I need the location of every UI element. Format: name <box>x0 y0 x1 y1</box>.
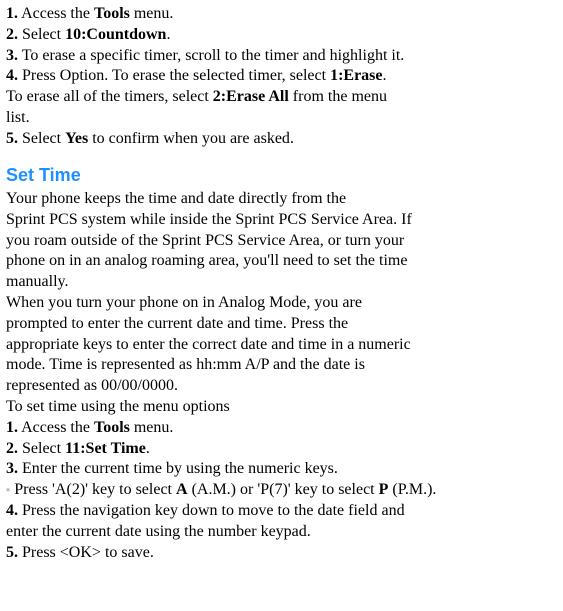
step-text: Select <box>18 130 65 147</box>
step-number: 4. <box>6 67 18 84</box>
step-text: . <box>166 26 170 43</box>
body-line: appropriate keys to enter the correct da… <box>6 335 557 356</box>
bullet-text: Press 'A(2)' key to select <box>10 481 176 498</box>
body-line: represented as 00/00/0000. <box>6 376 557 397</box>
body-bold: 2:Erase All <box>213 88 289 105</box>
step-number: 5. <box>6 544 18 561</box>
step-bold: 1:Erase <box>330 67 382 84</box>
body-line: When you turn your phone on in Analog Mo… <box>6 293 557 314</box>
bullet-bold: A <box>176 481 188 498</box>
body-line: To erase all of the timers, select 2:Era… <box>6 87 557 108</box>
step-number: 4. <box>6 502 18 519</box>
step-text: Select <box>18 440 65 457</box>
step-text: Press <OK> to save. <box>18 544 154 561</box>
step-text: to confirm when you are asked. <box>88 130 294 147</box>
step-line: 5. Select Yes to confirm when you are as… <box>6 129 557 150</box>
body-line: list. <box>6 108 557 129</box>
step-number: 3. <box>6 460 18 477</box>
step-line: 2. Select 11:Set Time. <box>6 439 557 460</box>
step-number: 1. <box>6 419 18 436</box>
step-text: . <box>383 67 387 84</box>
step-line: 4. Press Option. To erase the selected t… <box>6 66 557 87</box>
step-text: To erase a specific timer, scroll to the… <box>18 47 404 64</box>
body-line: prompted to enter the current date and t… <box>6 314 557 335</box>
body-line: you roam outside of the Sprint PCS Servi… <box>6 231 557 252</box>
body-line: mode. Time is represented as hh:mm A/P a… <box>6 355 557 376</box>
body-line: To set time using the menu options <box>6 397 557 418</box>
step-text: menu. <box>130 5 174 22</box>
step-number: 2. <box>6 440 18 457</box>
step-bold: Yes <box>65 130 88 147</box>
bullet-text: (P.M.). <box>388 481 436 498</box>
body-line: Your phone keeps the time and date direc… <box>6 189 557 210</box>
body-text: from the menu <box>289 88 387 105</box>
bullet-line: ▪ Press 'A(2)' key to select A (A.M.) or… <box>6 480 557 501</box>
step-text: Access the <box>18 419 94 436</box>
step-line: 1. Access the Tools menu. <box>6 418 557 439</box>
body-line: Sprint PCS system while inside the Sprin… <box>6 210 557 231</box>
body-line: enter the current date using the number … <box>6 522 557 543</box>
step-bold: 10:Countdown <box>65 26 166 43</box>
body-line: phone on in an analog roaming area, you'… <box>6 251 557 272</box>
step-text: . <box>146 440 150 457</box>
section-heading: Set Time <box>6 164 557 187</box>
step-text: menu. <box>130 419 174 436</box>
step-number: 3. <box>6 47 18 64</box>
step-text: Press the navigation key down to move to… <box>18 502 405 519</box>
step-line: 2. Select 10:Countdown. <box>6 25 557 46</box>
step-line: 3. To erase a specific timer, scroll to … <box>6 46 557 67</box>
step-bold: 11:Set Time <box>65 440 146 457</box>
step-text: Press Option. To erase the selected time… <box>18 67 330 84</box>
step-bold: Tools <box>94 5 130 22</box>
bullet-text: (A.M.) or 'P(7)' key to select <box>188 481 379 498</box>
step-line: 3. Enter the current time by using the n… <box>6 459 557 480</box>
bullet-bold: P <box>379 481 389 498</box>
step-text: Enter the current time by using the nume… <box>18 460 338 477</box>
step-text: Select <box>18 26 65 43</box>
step-number: 5. <box>6 130 18 147</box>
step-number: 2. <box>6 26 18 43</box>
step-number: 1. <box>6 5 18 22</box>
body-line: manually. <box>6 272 557 293</box>
step-text: Access the <box>18 5 94 22</box>
step-line: 5. Press <OK> to save. <box>6 543 557 564</box>
step-line: 1. Access the Tools menu. <box>6 4 557 25</box>
step-bold: Tools <box>94 419 130 436</box>
step-line: 4. Press the navigation key down to move… <box>6 501 557 522</box>
body-text: To erase all of the timers, select <box>6 88 213 105</box>
